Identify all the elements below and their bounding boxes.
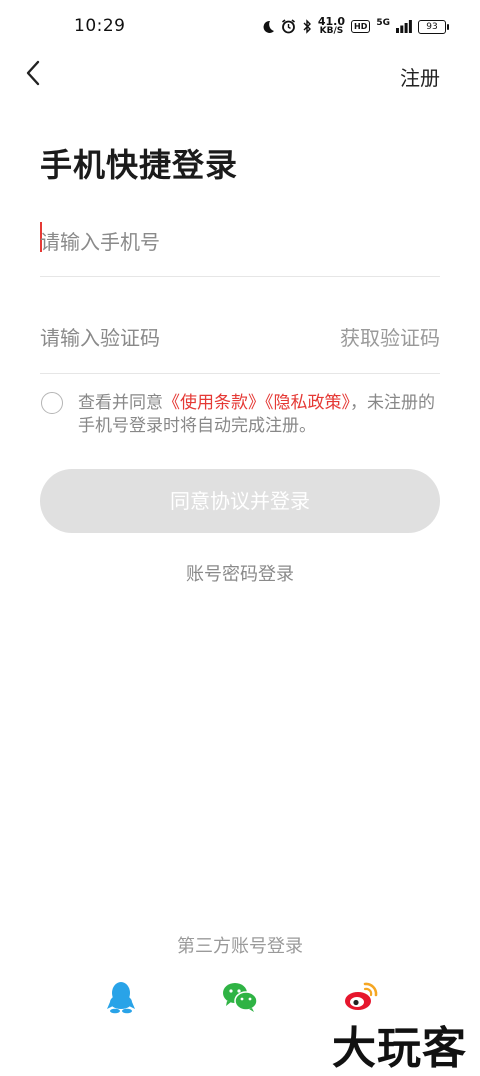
signal-icon (396, 20, 412, 33)
agreement-prefix: 查看并同意 (78, 393, 163, 413)
third-party-title: 第三方账号登录 (177, 936, 303, 957)
weibo-icon[interactable] (343, 980, 379, 1014)
privacy-link[interactable]: 《隐私政策》 (265, 393, 350, 413)
network-type: 5G (376, 17, 390, 28)
net-speed: 41.0 KB/S (317, 15, 345, 36)
alarm-icon (281, 19, 295, 34)
register-button[interactable]: 注册 (400, 62, 440, 91)
agreement-text: 查看并同意《使用条款》《隐私政策》，未注册的手机号登录时将自动完成注册。 (78, 392, 440, 438)
phone-input[interactable]: 请输入手机号 (40, 206, 440, 277)
moon-icon (263, 20, 274, 33)
qq-icon[interactable] (106, 980, 136, 1014)
wechat-icon[interactable] (222, 980, 258, 1014)
chevron-left-icon[interactable] (20, 58, 50, 88)
bluetooth-icon (303, 19, 311, 34)
agree-checkbox[interactable] (41, 392, 63, 414)
battery-icon: 93 (418, 19, 449, 34)
status-icons: 41.0 KB/S HD 5G 93 (261, 15, 449, 36)
hd-badge: HD (351, 20, 371, 33)
agree-login-button[interactable]: 同意协议并登录 (40, 469, 440, 533)
status-time: 10:29 (74, 16, 126, 36)
get-code-button[interactable]: 获取验证码 (340, 322, 440, 351)
verification-code-input[interactable]: 请输入验证码 获取验证码 (40, 303, 440, 374)
password-login-link[interactable]: 账号密码登录 (0, 560, 480, 586)
watermark-logo: 大玩客 (332, 1023, 467, 1074)
terms-link[interactable]: 《使用条款》 (163, 393, 265, 413)
code-placeholder: 请输入验证码 (40, 326, 160, 350)
page-title: 手机快捷登录 (40, 146, 239, 184)
phone-placeholder: 请输入手机号 (40, 230, 160, 254)
